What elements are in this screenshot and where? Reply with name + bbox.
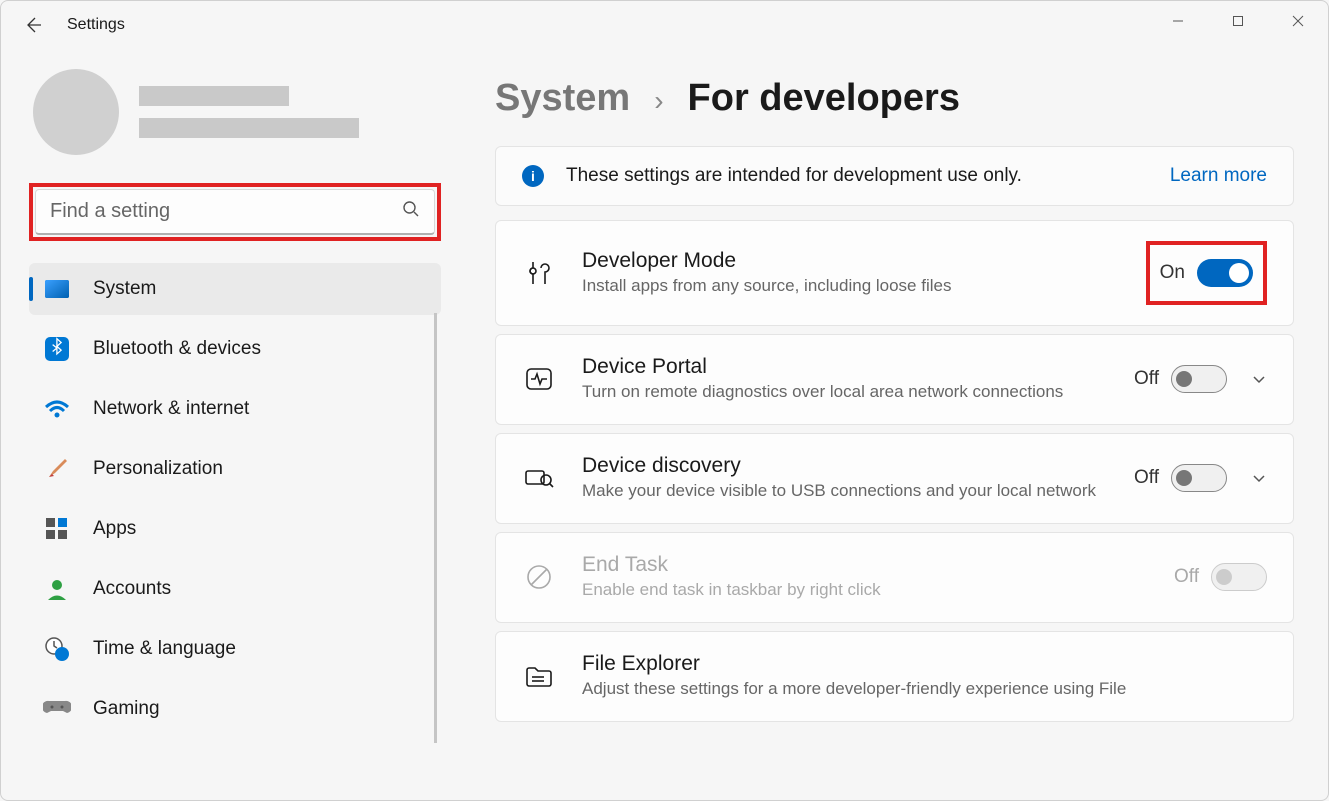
chevron-down-icon <box>1251 371 1267 387</box>
toggle-state-label: On <box>1160 262 1185 284</box>
developer-mode-toggle[interactable] <box>1197 259 1253 287</box>
chevron-right-icon: › <box>654 85 663 117</box>
breadcrumb-parent[interactable]: System <box>495 77 630 120</box>
sidebar-item-label: Bluetooth & devices <box>93 338 261 360</box>
card-title: File Explorer <box>582 652 1267 676</box>
gamepad-icon <box>43 695 71 723</box>
sidebar-item-accounts[interactable]: Accounts <box>29 563 441 615</box>
info-icon: i <box>522 165 544 187</box>
app-title: Settings <box>67 16 125 34</box>
sidebar-item-personalization[interactable]: Personalization <box>29 443 441 495</box>
end-task-toggle <box>1211 563 1267 591</box>
bluetooth-icon <box>43 335 71 363</box>
toggle-state-label: Off <box>1174 566 1199 588</box>
sidebar-item-system[interactable]: System <box>29 263 441 315</box>
search-input[interactable] <box>50 200 402 223</box>
brush-icon <box>43 455 71 483</box>
window-controls <box>1148 1 1328 41</box>
person-icon <box>43 575 71 603</box>
info-banner: i These settings are intended for develo… <box>495 146 1294 206</box>
sidebar-item-label: Time & language <box>93 638 236 660</box>
sidebar-item-gaming[interactable]: Gaming <box>29 683 441 735</box>
apps-icon <box>43 515 71 543</box>
card-description: Turn on remote diagnostics over local ar… <box>582 381 1108 404</box>
sidebar-item-label: System <box>93 278 156 300</box>
card-end-task: End Task Enable end task in taskbar by r… <box>495 532 1294 623</box>
folder-icon <box>522 659 556 693</box>
maximize-button[interactable] <box>1208 1 1268 41</box>
prohibit-icon <box>522 560 556 594</box>
system-icon <box>43 275 71 303</box>
search-highlight <box>29 183 441 241</box>
sidebar-item-bluetooth[interactable]: Bluetooth & devices <box>29 323 441 375</box>
chevron-down-icon <box>1251 470 1267 486</box>
toggle-state-label: Off <box>1134 368 1159 390</box>
card-device-portal[interactable]: Device Portal Turn on remote diagnostics… <box>495 334 1294 425</box>
sidebar-item-apps[interactable]: Apps <box>29 503 441 555</box>
minimize-button[interactable] <box>1148 1 1208 41</box>
card-title: End Task <box>582 553 1148 577</box>
sidebar-item-time-language[interactable]: Time & language <box>29 623 441 675</box>
sidebar-item-label: Network & internet <box>93 398 249 420</box>
sidebar-item-label: Gaming <box>93 698 160 720</box>
card-title: Device Portal <box>582 355 1108 379</box>
heartbeat-icon <box>522 362 556 396</box>
card-file-explorer[interactable]: File Explorer Adjust these settings for … <box>495 631 1294 722</box>
info-text: These settings are intended for developm… <box>566 165 1170 187</box>
title-bar: Settings <box>1 1 1328 49</box>
main-panel: System › For developers i These settings… <box>461 49 1328 800</box>
clock-globe-icon <box>43 635 71 663</box>
sidebar: System Bluetooth & devices Network & int… <box>1 49 461 800</box>
card-title: Developer Mode <box>582 249 1120 273</box>
search-icon <box>402 200 420 223</box>
avatar <box>33 69 119 155</box>
sidebar-item-network[interactable]: Network & internet <box>29 383 441 435</box>
profile-placeholder <box>139 86 359 138</box>
learn-more-link[interactable]: Learn more <box>1170 165 1267 187</box>
close-button[interactable] <box>1268 1 1328 41</box>
card-description: Install apps from any source, including … <box>582 275 1120 298</box>
sidebar-item-label: Accounts <box>93 578 171 600</box>
card-title: Device discovery <box>582 454 1108 478</box>
page-title: For developers <box>688 77 960 120</box>
wifi-icon <box>43 395 71 423</box>
tools-icon <box>522 256 556 290</box>
card-description: Adjust these settings for a more develop… <box>582 678 1267 701</box>
sidebar-item-label: Apps <box>93 518 136 540</box>
back-button[interactable] <box>13 5 53 45</box>
developer-mode-toggle-highlight: On <box>1146 241 1267 305</box>
device-discovery-toggle[interactable] <box>1171 464 1227 492</box>
back-arrow-icon <box>23 15 43 35</box>
sidebar-item-label: Personalization <box>93 458 223 480</box>
search-box[interactable] <box>35 189 435 235</box>
card-device-discovery[interactable]: Device discovery Make your device visibl… <box>495 433 1294 524</box>
card-developer-mode: Developer Mode Install apps from any sou… <box>495 220 1294 326</box>
discovery-icon <box>522 461 556 495</box>
device-portal-toggle[interactable] <box>1171 365 1227 393</box>
breadcrumb: System › For developers <box>495 77 1294 120</box>
card-description: Enable end task in taskbar by right clic… <box>582 579 1148 602</box>
card-description: Make your device visible to USB connecti… <box>582 480 1108 503</box>
toggle-state-label: Off <box>1134 467 1159 489</box>
profile-block[interactable] <box>29 69 441 155</box>
sidebar-nav: System Bluetooth & devices Network & int… <box>29 263 441 743</box>
